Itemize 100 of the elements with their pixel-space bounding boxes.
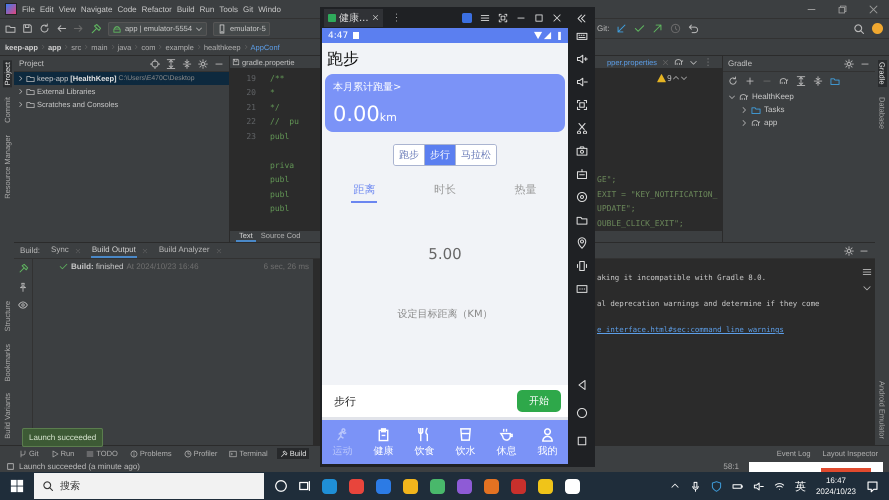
target-icon[interactable] (150, 58, 160, 68)
input-method[interactable]: 英 (794, 478, 806, 494)
hammer-icon[interactable] (18, 263, 28, 274)
menu-item[interactable]: View (58, 4, 76, 14)
tree-row[interactable]: HealthKeep (723, 90, 875, 103)
nav-item[interactable]: 饮水 (456, 426, 476, 458)
build-status[interactable]: Build: finished (71, 262, 124, 271)
cursor-position[interactable]: 58:1 (723, 462, 739, 471)
search-icon[interactable] (853, 22, 865, 34)
summary-card[interactable]: 本月累计跑量> 0.00km (325, 74, 565, 132)
update-arrow-icon[interactable] (616, 23, 628, 34)
metric-tab[interactable]: 距离 (351, 180, 378, 203)
keyboard-icon[interactable] (576, 30, 588, 42)
app-icon[interactable] (403, 478, 418, 494)
hammer-icon[interactable] (90, 22, 102, 34)
camera-icon[interactable] (576, 145, 588, 157)
menu-item[interactable]: Navigate (80, 4, 112, 14)
expand-all-icon[interactable] (166, 58, 176, 68)
menu-item[interactable]: Windo (258, 4, 281, 14)
metric-tab[interactable]: 时长 (432, 180, 458, 203)
wifi-icon[interactable] (774, 480, 785, 492)
tree-row[interactable]: Tasks (723, 103, 875, 116)
menu-item[interactable]: Refactor (142, 4, 172, 14)
menu-item[interactable]: Run (200, 4, 214, 14)
overview-icon[interactable] (576, 435, 588, 447)
build-tab[interactable]: Build Output (90, 243, 137, 258)
refresh-icon[interactable] (728, 76, 738, 86)
menu-icon[interactable] (480, 12, 490, 22)
emulator-tab[interactable]: 健康... (324, 8, 383, 26)
panel-title[interactable]: Project (19, 59, 44, 68)
nav-item[interactable]: 饮食 (414, 426, 434, 458)
menu-item[interactable]: Build (176, 4, 195, 14)
back-icon[interactable] (576, 379, 588, 391)
menu-item[interactable]: Code (117, 4, 137, 14)
double-chevron-icon[interactable] (576, 13, 587, 24)
speaker-icon[interactable] (752, 480, 764, 492)
menu-item[interactable]: File (22, 4, 35, 14)
maximize-icon[interactable] (534, 12, 544, 22)
shield-icon[interactable] (710, 480, 722, 492)
ring-icon[interactable] (274, 479, 288, 493)
settings-icon[interactable] (844, 246, 854, 256)
wrap-icon[interactable] (862, 267, 872, 277)
settings-icon[interactable] (844, 58, 854, 68)
expand-all-icon[interactable] (796, 76, 806, 86)
start-button[interactable]: 开始 (517, 390, 561, 412)
goal-value[interactable]: 5.00 (428, 245, 462, 263)
menu-item[interactable]: Tools (219, 4, 238, 14)
nav-item[interactable]: 健康 (374, 426, 394, 458)
screenshot-icon[interactable] (576, 99, 588, 111)
check-icon[interactable] (634, 23, 646, 34)
volume-up-icon[interactable] (576, 53, 588, 65)
settings-icon[interactable] (198, 58, 208, 68)
app-icon[interactable] (565, 478, 580, 494)
code-text: */ (270, 102, 280, 112)
menu-item[interactable]: Git (243, 4, 254, 14)
nav-item[interactable]: 我的 (538, 426, 558, 458)
windows-logo-icon[interactable] (10, 479, 24, 493)
pin-icon[interactable] (18, 282, 28, 292)
window-icon[interactable] (498, 12, 508, 22)
volume-down-icon[interactable] (576, 76, 588, 88)
folder-icon[interactable] (5, 23, 16, 34)
line-number: 21 (246, 102, 256, 112)
microphone-icon[interactable] (690, 480, 701, 492)
mode-tab[interactable]: 步行 (425, 145, 456, 165)
folder-icon[interactable] (576, 214, 588, 226)
menu-item[interactable]: Edit (40, 4, 54, 14)
mode-tab[interactable]: 马拉松 (456, 145, 496, 165)
task-view-icon[interactable] (298, 479, 312, 493)
collapse-all-icon[interactable] (182, 58, 192, 68)
restore-icon[interactable] (837, 4, 848, 14)
undo-icon[interactable] (688, 23, 700, 34)
search-field[interactable]: 搜索 (34, 473, 264, 499)
chevron-icon (242, 44, 249, 50)
app-icon[interactable] (430, 478, 445, 494)
home-icon[interactable] (576, 407, 588, 419)
rotate-icon[interactable] (576, 260, 588, 272)
build-tab[interactable]: Sync (50, 243, 70, 258)
screen-icon[interactable] (576, 168, 588, 180)
metric-tab[interactable]: 热量 (512, 180, 539, 203)
warning-count[interactable]: 9 (657, 74, 672, 83)
back-arrow-icon[interactable] (56, 23, 67, 34)
build-tab[interactable]: Build Analyzer (158, 243, 211, 258)
record-icon[interactable] (576, 191, 588, 203)
refresh-icon[interactable] (39, 23, 50, 34)
plus-icon[interactable] (745, 76, 755, 86)
collapse-all-icon[interactable] (813, 76, 823, 86)
scissors-icon[interactable] (576, 122, 588, 134)
app-icon[interactable] (538, 478, 553, 494)
nav-item[interactable]: 休息 (496, 426, 516, 458)
push-arrow-icon[interactable] (652, 23, 664, 34)
tree-row[interactable]: app (723, 116, 875, 129)
more-icon[interactable] (576, 283, 588, 295)
eye-icon[interactable] (18, 300, 28, 310)
close-icon (372, 14, 379, 21)
glass-icon (458, 426, 473, 442)
location-icon[interactable] (576, 237, 588, 249)
save-icon[interactable] (22, 23, 33, 34)
clock-time[interactable]: 16:47 (826, 475, 846, 486)
mode-tab[interactable]: 跑步 (394, 145, 425, 165)
clock-date[interactable]: 2024/10/23 (816, 486, 856, 497)
